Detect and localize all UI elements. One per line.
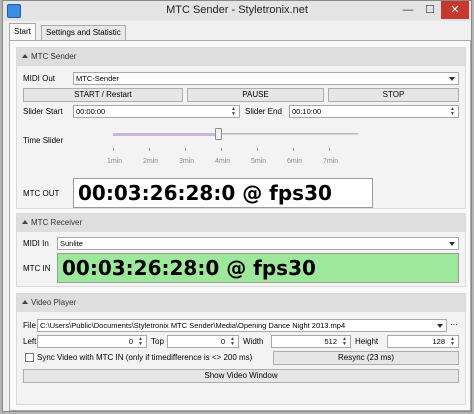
top-value: 0 bbox=[220, 337, 225, 346]
spinner-icon[interactable]: ▲ ▼ bbox=[449, 107, 456, 117]
chevron-down-icon bbox=[449, 77, 455, 81]
midi-out-select[interactable]: MTC-Sender bbox=[73, 72, 459, 85]
midi-in-value: Sunlite bbox=[60, 239, 83, 248]
slider-tick bbox=[149, 148, 150, 151]
browse-button[interactable]: ··· bbox=[450, 320, 458, 329]
time-slider-label: Time Slider bbox=[23, 136, 64, 145]
sync-video-label[interactable]: Sync Video with MTC IN (only if timediff… bbox=[37, 353, 252, 362]
slider-tick bbox=[329, 148, 330, 151]
slider-end-input[interactable]: 00:10:00 ▲ ▼ bbox=[289, 105, 459, 118]
title-bar: MTC Sender - Styletronix.net — ☐ ✕ bbox=[3, 1, 471, 21]
width-label: Width bbox=[243, 337, 264, 346]
close-button[interactable]: ✕ bbox=[441, 1, 469, 19]
mtc-in-label: MTC IN bbox=[23, 264, 51, 273]
midi-out-value: MTC-Sender bbox=[76, 74, 119, 83]
spinner-icon[interactable]: ▲ ▼ bbox=[449, 337, 456, 347]
slider-tick bbox=[113, 148, 114, 151]
height-value: 128 bbox=[432, 337, 445, 346]
mtc-sender-header[interactable]: MTC Sender bbox=[17, 48, 465, 66]
slider-tick-label: 6min bbox=[287, 158, 303, 165]
mtc-receiver-panel: MTC Receiver MIDI In Sunlite MTC IN 00:0… bbox=[16, 213, 466, 287]
slider-tick bbox=[185, 148, 186, 151]
mtc-out-label: MTC OUT bbox=[23, 189, 60, 198]
start-restart-button[interactable]: START / Restart bbox=[23, 88, 183, 102]
midi-out-label: MIDI Out bbox=[23, 74, 56, 83]
sync-video-checkbox[interactable] bbox=[25, 353, 34, 362]
video-player-panel: Video Player File C:\Users\Public\Docume… bbox=[16, 293, 466, 405]
chevron-down-icon bbox=[449, 242, 455, 246]
maximize-button[interactable]: ☐ bbox=[419, 1, 441, 19]
slider-tick-label: 7min bbox=[323, 158, 339, 165]
height-label: Height bbox=[355, 337, 379, 346]
left-label: Left bbox=[23, 337, 37, 346]
top-label: Top bbox=[151, 337, 164, 346]
left-value: 0 bbox=[128, 337, 133, 346]
slider-tick-label: 2min bbox=[143, 158, 159, 165]
video-player-header[interactable]: Video Player bbox=[17, 294, 465, 312]
spinner-icon[interactable]: ▲ ▼ bbox=[229, 337, 236, 347]
mtc-out-display: 00:03:26:28:0 @ fps30 bbox=[73, 178, 373, 208]
spinner-icon[interactable]: ▲ ▼ bbox=[230, 107, 237, 117]
time-slider-thumb[interactable] bbox=[215, 128, 222, 140]
tab-page-start: MTC Sender MIDI Out MTC-Sender START / R… bbox=[9, 40, 471, 411]
file-path-value: C:\Users\Public\Documents\Styletronix MT… bbox=[40, 321, 346, 330]
top-input[interactable]: 0 ▲ ▼ bbox=[167, 335, 239, 348]
app-window: MTC Sender - Styletronix.net — ☐ ✕ Start… bbox=[2, 0, 472, 412]
mtc-receiver-header[interactable]: MTC Receiver bbox=[17, 214, 465, 232]
video-player-title: Video Player bbox=[31, 298, 77, 307]
mtc-in-display: 00:03:26:28:0 @ fps30 bbox=[57, 253, 459, 283]
slider-start-value: 00:00:00 bbox=[76, 107, 106, 116]
minimize-button[interactable]: — bbox=[397, 1, 419, 19]
show-video-window-button[interactable]: Show Video Window bbox=[23, 369, 459, 383]
pause-button[interactable]: PAUSE bbox=[187, 88, 324, 102]
spinner-icon[interactable]: ▲ ▼ bbox=[137, 337, 144, 347]
slider-tick-label: 1min bbox=[107, 158, 123, 165]
collapse-caret-icon[interactable] bbox=[22, 220, 28, 224]
collapse-caret-icon[interactable] bbox=[22, 54, 28, 58]
midi-in-select[interactable]: Sunlite bbox=[57, 237, 459, 250]
file-label: File bbox=[23, 321, 36, 330]
resync-button[interactable]: Resync (23 ms) bbox=[273, 351, 459, 365]
width-value: 512 bbox=[324, 337, 337, 346]
stop-button[interactable]: STOP bbox=[328, 88, 459, 102]
spinner-icon[interactable]: ▲ ▼ bbox=[341, 337, 348, 347]
slider-tick bbox=[257, 148, 258, 151]
slider-tick bbox=[221, 148, 222, 151]
slider-end-value: 00:10:00 bbox=[292, 107, 322, 116]
height-input[interactable]: 128 ▲ ▼ bbox=[387, 335, 459, 348]
slider-tick bbox=[293, 148, 294, 151]
mtc-sender-panel: MTC Sender MIDI Out MTC-Sender START / R… bbox=[16, 47, 466, 209]
file-select[interactable]: C:\Users\Public\Documents\Styletronix MT… bbox=[37, 319, 447, 332]
mtc-sender-title: MTC Sender bbox=[31, 52, 77, 61]
slider-start-input[interactable]: 00:00:00 ▲ ▼ bbox=[73, 105, 240, 118]
width-input[interactable]: 512 ▲ ▼ bbox=[271, 335, 351, 348]
tab-settings-and-statistic[interactable]: Settings and Statistic bbox=[41, 25, 126, 40]
left-input[interactable]: 0 ▲ ▼ bbox=[37, 335, 147, 348]
slider-tick-label: 4min bbox=[215, 158, 231, 165]
mtc-receiver-title: MTC Receiver bbox=[31, 218, 83, 227]
tab-start[interactable]: Start bbox=[9, 23, 36, 41]
slider-tick-label: 5min bbox=[251, 158, 267, 165]
slider-start-label: Slider Start bbox=[23, 107, 63, 116]
slider-tick-label: 3min bbox=[179, 158, 195, 165]
chevron-down-icon bbox=[437, 324, 443, 328]
collapse-caret-icon[interactable] bbox=[22, 300, 28, 304]
time-slider-fill bbox=[113, 133, 218, 136]
midi-in-label: MIDI In bbox=[23, 239, 49, 248]
slider-end-label: Slider End bbox=[245, 107, 282, 116]
